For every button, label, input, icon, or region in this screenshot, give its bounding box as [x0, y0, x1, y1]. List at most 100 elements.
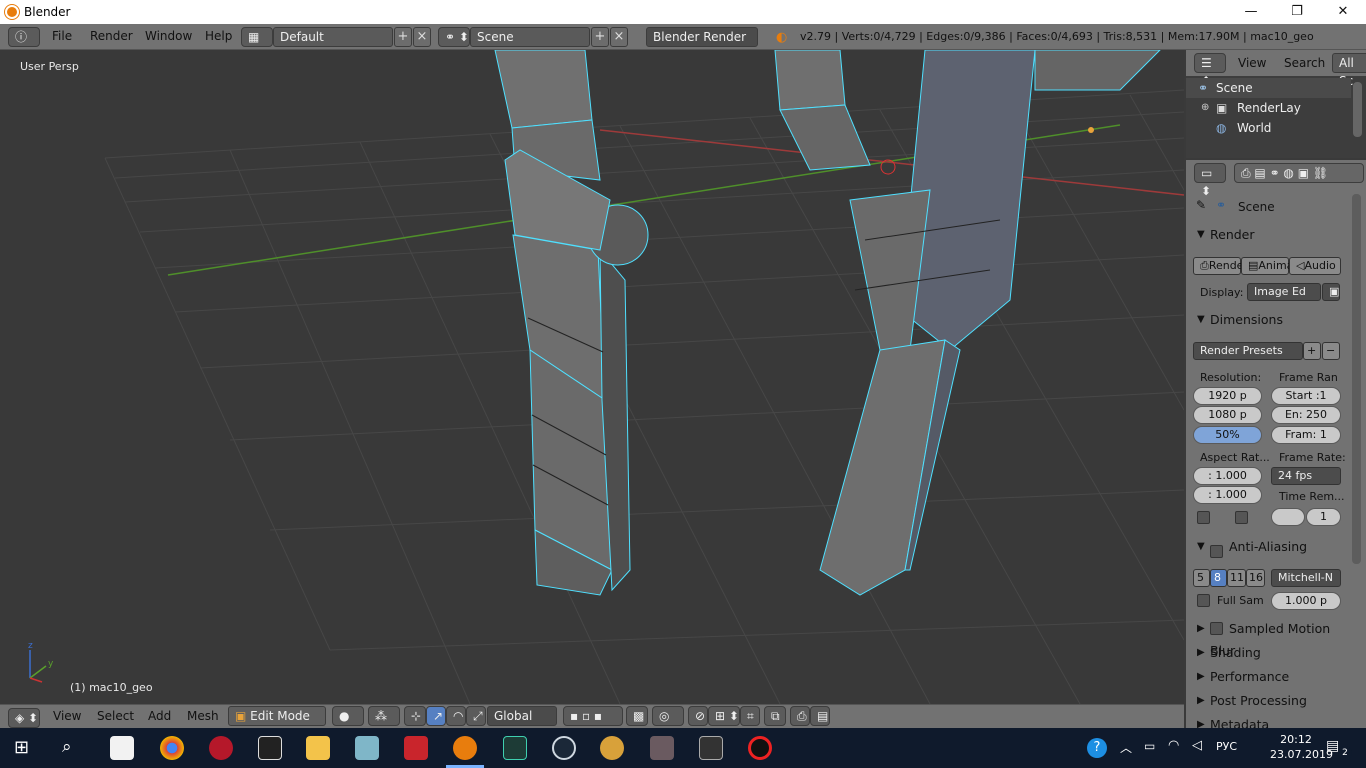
app-avatar-icon[interactable]: [650, 736, 674, 760]
snap-element-select[interactable]: ⊞ ⬍: [708, 706, 740, 726]
frame-step-field[interactable]: Fram: 1: [1271, 426, 1341, 444]
pin-icon[interactable]: ✎: [1196, 198, 1206, 212]
aa-sample-16[interactable]: 16: [1246, 569, 1265, 587]
help-icon[interactable]: ?: [1087, 738, 1107, 758]
outliner-item-renderlayers[interactable]: ⊕ ▣ RenderLay: [1186, 98, 1351, 118]
resolution-y-field[interactable]: 1080 p: [1193, 406, 1262, 424]
panel-motion-blur-header[interactable]: ▶ Sampled Motion Blur: [1186, 618, 1351, 658]
display-select[interactable]: Image Ed: [1247, 283, 1321, 301]
aa-enable-checkbox[interactable]: [1210, 545, 1223, 558]
layout-browse-button[interactable]: ▦ ⬍: [241, 27, 273, 62]
resolution-percent-field[interactable]: 50%: [1193, 426, 1262, 444]
orientation-select[interactable]: Global: [487, 706, 557, 726]
scene-add-button[interactable]: +: [591, 27, 609, 47]
editor-type-button[interactable]: ⓘ ⬍: [8, 27, 40, 62]
tray-chevron-icon[interactable]: ︿: [1120, 739, 1132, 756]
panel-render-header[interactable]: ▼ Render: [1186, 224, 1351, 246]
preset-add-button[interactable]: +: [1303, 342, 1321, 360]
notes-icon[interactable]: [355, 736, 379, 760]
windows-start-icon[interactable]: ⊞: [14, 739, 29, 757]
unity-icon[interactable]: [258, 736, 282, 760]
vp-menu-mesh[interactable]: Mesh: [187, 709, 219, 723]
proportional-select[interactable]: ◎ ⬍: [652, 706, 684, 741]
scene-remove-button[interactable]: ×: [610, 27, 628, 47]
outliner-search-menu[interactable]: Search: [1284, 56, 1325, 70]
outliner-scrollbar[interactable]: [1353, 82, 1362, 137]
close-button[interactable]: ✕: [1320, 0, 1366, 24]
vp-menu-add[interactable]: Add: [148, 709, 171, 723]
steam-icon[interactable]: [552, 736, 576, 760]
manipulator-toggle-button[interactable]: ⊹: [404, 706, 426, 726]
scene-browse-button[interactable]: ⚭ ⬍: [438, 27, 470, 47]
panel-shading-header[interactable]: ▶ Shading: [1186, 642, 1351, 664]
panel-post-processing-header[interactable]: ▶ Post Processing: [1186, 690, 1351, 712]
explorer-icon[interactable]: [306, 736, 330, 760]
aa-sample-11[interactable]: 11: [1227, 569, 1246, 587]
snap-toggle-button[interactable]: ⊘: [688, 706, 708, 726]
render-engine-select[interactable]: Blender Render: [646, 27, 758, 47]
scene-field[interactable]: Scene: [470, 27, 590, 47]
render-image-button[interactable]: ⎙: [790, 706, 810, 726]
render-presets-select[interactable]: Render Presets: [1193, 342, 1303, 360]
occlude-button[interactable]: ▩: [626, 706, 648, 726]
resolution-x-field[interactable]: 1920 p: [1193, 387, 1262, 405]
lock-interface-button[interactable]: ▣: [1322, 283, 1340, 301]
preset-remove-button[interactable]: −: [1322, 342, 1340, 360]
menu-render[interactable]: Render: [90, 29, 133, 43]
menu-window[interactable]: Window: [145, 29, 192, 43]
rotate-button[interactable]: ◠: [446, 706, 466, 726]
layers-buttons[interactable]: ▪ ▫ ▪: [563, 706, 623, 726]
panel-antialiasing-header[interactable]: ▼ Anti-Aliasing: [1186, 536, 1351, 558]
aa-sample-5[interactable]: 5: [1193, 569, 1210, 587]
outliner[interactable]: ☰ ⬍ View Search All Sc ⚭ Scene ⊕ ▣ RenderLa…: [1186, 50, 1366, 158]
store-icon[interactable]: [110, 736, 134, 760]
motion-blur-checkbox[interactable]: [1210, 622, 1223, 635]
render-image-btn[interactable]: ⎙Rende: [1193, 257, 1243, 275]
app-red-icon[interactable]: [209, 736, 233, 760]
menu-help[interactable]: Help: [205, 29, 232, 43]
chrome-icon[interactable]: [160, 736, 184, 760]
render-audio-btn[interactable]: ◁Audio: [1289, 257, 1341, 275]
3d-viewport[interactable]: z y User Persp (1) mac10_geo: [0, 50, 1184, 704]
outliner-view-menu[interactable]: View: [1238, 56, 1266, 70]
vp-menu-select[interactable]: Select: [97, 709, 134, 723]
full-sample-checkbox[interactable]: [1197, 594, 1210, 607]
minimize-button[interactable]: —: [1228, 0, 1274, 24]
wifi-icon[interactable]: ◠: [1168, 738, 1179, 753]
panel-performance-header[interactable]: ▶ Performance: [1186, 666, 1351, 688]
properties-scrollbar[interactable]: [1352, 194, 1361, 564]
aa-sample-8[interactable]: 8: [1210, 569, 1227, 587]
outliner-item-world[interactable]: ◍ World: [1186, 118, 1351, 138]
menu-file[interactable]: File: [52, 29, 72, 43]
game-icon[interactable]: [600, 736, 624, 760]
scale-button[interactable]: ⤢: [466, 706, 486, 726]
2k-icon[interactable]: [699, 736, 723, 760]
layout-add-button[interactable]: +: [394, 27, 412, 47]
crop-checkbox[interactable]: [1235, 511, 1248, 524]
panel-dimensions-header[interactable]: ▼ Dimensions: [1186, 309, 1351, 331]
translate-button[interactable]: ↗: [426, 706, 446, 726]
pivot-select[interactable]: ⁂ ⬍: [368, 706, 400, 741]
frame-end-field[interactable]: En: 250: [1271, 406, 1341, 424]
render-anim-btn[interactable]: ▤Anima: [1241, 257, 1293, 275]
editor-type-3d-button[interactable]: ◈ ⬍: [8, 708, 40, 728]
snap-target-button[interactable]: ⌗: [740, 706, 760, 726]
layout-field[interactable]: Default: [273, 27, 393, 47]
props-context-tabs[interactable]: ⎙ ▤ ⚭ ◍ ▣ ⛓: [1234, 163, 1364, 183]
mode-select[interactable]: ▣ Edit Mode: [228, 706, 326, 726]
render-anim-button[interactable]: ▤: [810, 706, 830, 726]
search-icon[interactable]: ⌕: [62, 737, 72, 757]
language-indicator[interactable]: РУС: [1216, 740, 1237, 753]
battery-icon[interactable]: ▭: [1144, 739, 1155, 753]
outliner-item-scene[interactable]: ⚭ Scene: [1186, 78, 1351, 98]
outliner-filter-select[interactable]: All Sc: [1332, 53, 1366, 88]
layout-remove-button[interactable]: ×: [413, 27, 431, 47]
filter-size-field[interactable]: 1.000 p: [1271, 592, 1341, 610]
vp-menu-view[interactable]: View: [53, 709, 81, 723]
aspect-y-field[interactable]: : 1.000: [1193, 486, 1262, 504]
download-icon[interactable]: [404, 736, 428, 760]
frame-start-field[interactable]: Start :1: [1271, 387, 1341, 405]
blender-taskbar-icon[interactable]: [453, 736, 477, 760]
clock[interactable]: 20:12 23.07.2019: [1270, 732, 1333, 762]
frame-rate-select[interactable]: 24 fps: [1271, 467, 1341, 485]
